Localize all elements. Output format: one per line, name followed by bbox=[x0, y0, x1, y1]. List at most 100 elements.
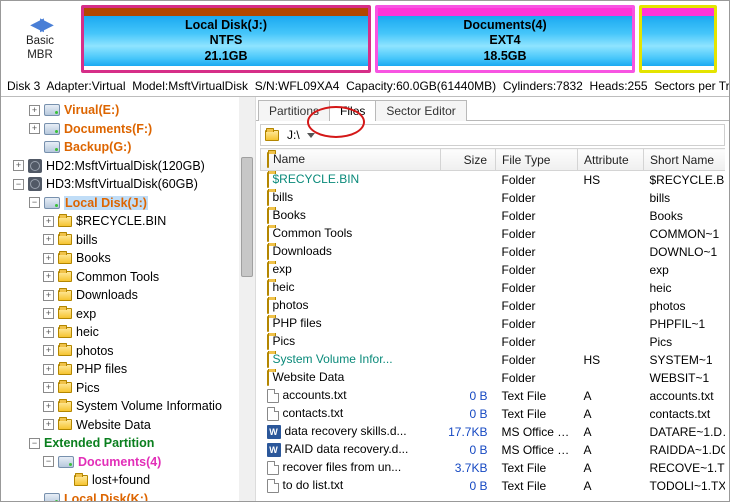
table-row[interactable]: photosFolderphotos2020- bbox=[261, 297, 726, 315]
tab-sector-editor[interactable]: Sector Editor bbox=[375, 100, 466, 121]
nav-mbr: MBR bbox=[27, 49, 53, 61]
tree-node-documents-f[interactable]: +Documents(F:) bbox=[1, 120, 239, 139]
table-row[interactable]: PHP filesFolderPHPFIL~12020- bbox=[261, 315, 726, 333]
partition-fs: EXT4 bbox=[489, 33, 520, 49]
folder-icon bbox=[74, 475, 88, 486]
partition-size: 21.1GB bbox=[204, 49, 247, 65]
nav-basic: Basic bbox=[26, 35, 54, 47]
partition-title: Local Disk(J:) bbox=[185, 18, 267, 34]
drive-icon bbox=[44, 104, 60, 116]
folder-icon bbox=[267, 316, 269, 332]
folder-icon bbox=[58, 382, 72, 393]
word-icon: W bbox=[267, 425, 281, 439]
partition-fs: NTFS bbox=[210, 33, 243, 49]
table-row[interactable]: accounts.txt0 BText FileAaccounts.txt202… bbox=[261, 387, 726, 405]
partition-title: Documents(4) bbox=[463, 18, 546, 34]
folder-icon bbox=[267, 280, 269, 296]
drive-icon bbox=[44, 197, 60, 209]
tab-files[interactable]: Files bbox=[329, 100, 376, 121]
tree-node-local-disk-j[interactable]: −Local Disk(J:) bbox=[1, 194, 239, 213]
tree-node-lost-found[interactable]: lost+found bbox=[1, 471, 239, 490]
file-icon bbox=[267, 479, 279, 493]
table-row[interactable]: PicsFolderPics2020- bbox=[261, 333, 726, 351]
folder-icon bbox=[267, 352, 269, 368]
table-row[interactable]: DownloadsFolderDOWNLO~12020- bbox=[261, 243, 726, 261]
folder-icon bbox=[58, 327, 72, 338]
table-row[interactable]: to do list.txt0 BText FileATODOLI~1.TXT2… bbox=[261, 477, 726, 495]
disk-nav: ◀▶ Basic MBR bbox=[1, 1, 79, 77]
table-row[interactable]: System Volume Infor...FolderHSSYSTEM~120… bbox=[261, 351, 726, 369]
folder-icon bbox=[267, 190, 269, 206]
tree-node-documents-4[interactable]: −Documents(4) bbox=[1, 453, 239, 472]
table-row[interactable]: WRAID data recovery.d...0 BMS Office 2..… bbox=[261, 441, 726, 459]
folder-icon bbox=[267, 370, 269, 386]
partition-block-documents[interactable]: Documents(4) EXT4 18.5GB bbox=[375, 5, 635, 73]
table-row[interactable]: heicFolderheic2020- bbox=[261, 279, 726, 297]
col-name[interactable]: Name bbox=[261, 149, 441, 171]
folder-icon bbox=[58, 401, 72, 412]
col-attribute[interactable]: Attribute bbox=[578, 149, 644, 171]
nav-arrows-icon[interactable]: ◀▶ bbox=[30, 15, 50, 33]
partition-size: 18.5GB bbox=[483, 49, 526, 65]
table-row[interactable]: Wdata recovery skills.d...17.7KBMS Offic… bbox=[261, 423, 726, 441]
folder-icon bbox=[58, 308, 72, 319]
partition-block-extra[interactable] bbox=[639, 5, 717, 73]
col-short-name[interactable]: Short Name bbox=[644, 149, 726, 171]
folder-icon bbox=[58, 234, 72, 245]
tree-node-hd3[interactable]: −HD3:MsftVirtualDisk(60GB) bbox=[1, 175, 239, 194]
tree-node-folder[interactable]: +Books bbox=[1, 249, 239, 268]
partition-strip: ◀▶ Basic MBR Local Disk(J:) NTFS 21.1GB D… bbox=[1, 1, 729, 77]
drive-icon bbox=[44, 493, 60, 501]
table-row[interactable]: billsFolderbills2020- bbox=[261, 189, 726, 207]
folder-icon bbox=[58, 253, 72, 264]
tree-node-hd2[interactable]: +HD2:MsftVirtualDisk(120GB) bbox=[1, 157, 239, 176]
path-text: J:\ bbox=[287, 128, 300, 142]
file-icon bbox=[267, 461, 279, 475]
folder-icon bbox=[267, 334, 269, 350]
hdd-icon bbox=[28, 177, 42, 191]
disk-tree[interactable]: +Virual(E:) +Documents(F:) Backup(G:) +H… bbox=[1, 97, 256, 501]
folder-icon bbox=[265, 130, 279, 141]
tree-node-folder[interactable]: +PHP files bbox=[1, 360, 239, 379]
tree-scrollbar[interactable] bbox=[239, 97, 255, 501]
file-table[interactable]: Name Size File Type Attribute Short Name… bbox=[260, 148, 725, 495]
folder-icon bbox=[58, 419, 72, 430]
drive-icon bbox=[44, 141, 60, 153]
table-row[interactable]: $RECYCLE.BINFolderHS$RECYCLE.BIN2020- bbox=[261, 171, 726, 189]
table-row[interactable]: contacts.txt0 BText FileAcontacts.txt202… bbox=[261, 405, 726, 423]
table-row[interactable]: BooksFolderBooks2020- bbox=[261, 207, 726, 225]
tree-node-folder[interactable]: +exp bbox=[1, 305, 239, 324]
folder-icon bbox=[58, 364, 72, 375]
tree-node-local-disk-k[interactable]: Local Disk(K:) bbox=[1, 490, 239, 502]
tree-node-folder[interactable]: +photos bbox=[1, 342, 239, 361]
folder-icon bbox=[267, 152, 269, 168]
tree-node-folder[interactable]: +$RECYCLE.BIN bbox=[1, 212, 239, 231]
table-row[interactable]: Common ToolsFolderCOMMON~12020- bbox=[261, 225, 726, 243]
tree-node-extended-partition[interactable]: −Extended Partition bbox=[1, 434, 239, 453]
tree-node-folder[interactable]: +bills bbox=[1, 231, 239, 250]
table-row[interactable]: expFolderexp2020- bbox=[261, 261, 726, 279]
word-icon: W bbox=[267, 443, 281, 457]
folder-icon bbox=[58, 271, 72, 282]
folder-icon bbox=[58, 345, 72, 356]
path-dropdown-icon[interactable] bbox=[307, 133, 315, 138]
folder-icon bbox=[267, 262, 269, 278]
tree-node-backup[interactable]: Backup(G:) bbox=[1, 138, 239, 157]
tree-node-virtual[interactable]: +Virual(E:) bbox=[1, 101, 239, 120]
col-filetype[interactable]: File Type bbox=[496, 149, 578, 171]
tree-node-folder[interactable]: +Common Tools bbox=[1, 268, 239, 287]
tree-node-folder[interactable]: +Website Data bbox=[1, 416, 239, 435]
tree-node-folder[interactable]: +System Volume Informatio bbox=[1, 397, 239, 416]
path-bar[interactable]: J:\ bbox=[260, 124, 725, 146]
tab-partitions[interactable]: Partitions bbox=[258, 100, 330, 121]
folder-icon bbox=[267, 208, 269, 224]
tree-node-folder[interactable]: +Pics bbox=[1, 379, 239, 398]
tree-node-folder[interactable]: +Downloads bbox=[1, 286, 239, 305]
partition-block-local-disk-j[interactable]: Local Disk(J:) NTFS 21.1GB bbox=[81, 5, 371, 73]
table-row[interactable]: recover files from un...3.7KBText FileAR… bbox=[261, 459, 726, 477]
folder-icon bbox=[58, 216, 72, 227]
view-tabs: Partitions Files Sector Editor bbox=[256, 97, 729, 121]
table-row[interactable]: Website DataFolderWEBSIT~12020- bbox=[261, 369, 726, 387]
tree-node-folder[interactable]: +heic bbox=[1, 323, 239, 342]
col-size[interactable]: Size bbox=[441, 149, 496, 171]
